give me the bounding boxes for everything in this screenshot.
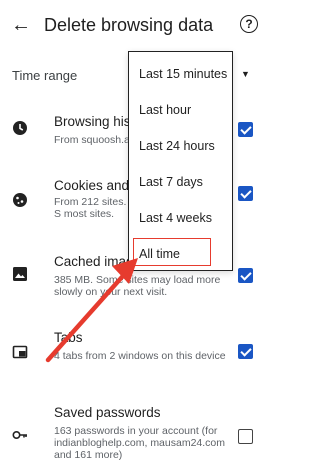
annotation-arrow: [45, 258, 138, 363]
